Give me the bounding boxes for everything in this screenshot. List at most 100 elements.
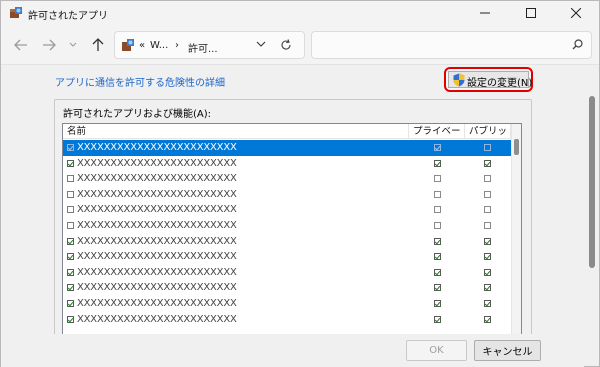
risk-details-link[interactable]: アプリに通信を許可する危険性の詳細 bbox=[55, 74, 225, 89]
close-icon bbox=[571, 8, 581, 18]
private-checkbox[interactable] bbox=[434, 159, 441, 167]
app-name: XXXXXXXXXXXXXXXXXXXXXXXX bbox=[77, 313, 237, 325]
maximize-icon bbox=[526, 8, 536, 18]
ok-button[interactable]: OK bbox=[406, 340, 467, 361]
window-title: 許可されたアプリ bbox=[28, 11, 108, 22]
app-enabled-checkbox[interactable] bbox=[67, 253, 74, 261]
window-scrollbar[interactable] bbox=[585, 66, 599, 366]
list-item[interactable]: XXXXXXXXXXXXXXXXXXXXXXXX bbox=[63, 280, 511, 296]
maximize-button[interactable] bbox=[508, 1, 554, 25]
app-name: XXXXXXXXXXXXXXXXXXXXXXXX bbox=[77, 157, 237, 169]
public-checkbox[interactable] bbox=[484, 159, 491, 167]
group-title: 許可されたアプリおよび機能(A): bbox=[63, 109, 212, 120]
private-checkbox[interactable] bbox=[434, 144, 441, 151]
app-enabled-checkbox[interactable] bbox=[67, 284, 74, 292]
public-checkbox[interactable] bbox=[484, 237, 491, 245]
control-panel-icon bbox=[122, 39, 134, 51]
public-checkbox[interactable] bbox=[484, 190, 491, 198]
app-name: XXXXXXXXXXXXXXXXXXXXXXXX bbox=[77, 173, 237, 185]
list-item[interactable]: XXXXXXXXXXXXXXXXXXXXXXXX bbox=[63, 265, 511, 281]
app-name: XXXXXXXXXXXXXXXXXXXXXXXX bbox=[77, 266, 237, 278]
up-button[interactable] bbox=[88, 35, 108, 55]
allowed-apps-list[interactable]: 名前 プライベート パブリック XXXXXXXXXXXXXXXXXXXXXXXX… bbox=[62, 123, 522, 343]
change-settings-button[interactable]: 設定の変更(N) bbox=[448, 71, 533, 89]
list-item[interactable]: XXXXXXXXXXXXXXXXXXXXXXXX bbox=[63, 234, 511, 250]
public-checkbox[interactable] bbox=[484, 206, 491, 214]
breadcrumb-allowed-apps[interactable]: 許可... bbox=[188, 40, 218, 55]
breadcrumb-windows-defender[interactable]: W... bbox=[150, 40, 168, 51]
list-scroll-thumb[interactable] bbox=[514, 139, 519, 155]
app-name: XXXXXXXXXXXXXXXXXXXXXXXX bbox=[77, 188, 237, 200]
minimize-icon bbox=[480, 12, 490, 14]
close-button[interactable] bbox=[553, 1, 599, 25]
app-enabled-checkbox[interactable] bbox=[67, 175, 74, 183]
column-header-name[interactable]: 名前 bbox=[63, 124, 409, 139]
app-name: XXXXXXXXXXXXXXXXXXXXXXXX bbox=[77, 235, 237, 247]
app-name: XXXXXXXXXXXXXXXXXXXXXXXX bbox=[77, 282, 237, 294]
minimize-button[interactable] bbox=[462, 1, 508, 25]
private-checkbox[interactable] bbox=[434, 190, 441, 198]
app-enabled-checkbox[interactable] bbox=[67, 222, 74, 229]
cancel-button[interactable]: キャンセル bbox=[474, 340, 541, 361]
firewall-app-icon bbox=[10, 7, 22, 18]
forward-arrow-icon bbox=[43, 39, 56, 51]
private-checkbox[interactable] bbox=[434, 253, 441, 261]
dialog-footer: OK キャンセル bbox=[1, 334, 584, 367]
private-checkbox[interactable] bbox=[434, 175, 441, 183]
public-checkbox[interactable] bbox=[484, 300, 491, 307]
list-item[interactable]: XXXXXXXXXXXXXXXXXXXXXXXX bbox=[63, 312, 511, 328]
title-bar: 許可されたアプリ bbox=[1, 1, 599, 25]
private-checkbox[interactable] bbox=[434, 222, 441, 229]
public-checkbox[interactable] bbox=[484, 253, 491, 261]
window-scroll-thumb[interactable] bbox=[589, 96, 595, 268]
public-checkbox[interactable] bbox=[484, 175, 491, 183]
list-item[interactable]: XXXXXXXXXXXXXXXXXXXXXXXX bbox=[63, 202, 511, 218]
list-item[interactable]: XXXXXXXXXXXXXXXXXXXXXXXX bbox=[63, 156, 511, 172]
main-content: アプリに通信を許可する危険性の詳細 設定の変更(N) 許可されたアプリおよび機能… bbox=[1, 66, 584, 343]
list-item[interactable]: XXXXXXXXXXXXXXXXXXXXXXXX bbox=[63, 296, 511, 312]
app-enabled-checkbox[interactable] bbox=[67, 159, 74, 167]
list-item[interactable]: XXXXXXXXXXXXXXXXXXXXXXXX bbox=[63, 171, 511, 187]
private-checkbox[interactable] bbox=[434, 206, 441, 214]
app-enabled-checkbox[interactable] bbox=[67, 206, 74, 214]
column-header-private[interactable]: プライベート bbox=[409, 124, 465, 152]
app-enabled-checkbox[interactable] bbox=[67, 315, 74, 323]
list-item[interactable]: XXXXXXXXXXXXXXXXXXXXXXXX bbox=[63, 187, 511, 203]
list-item[interactable]: XXXXXXXXXXXXXXXXXXXXXXXX bbox=[63, 218, 511, 234]
public-checkbox[interactable] bbox=[484, 315, 491, 323]
private-checkbox[interactable] bbox=[434, 300, 441, 307]
app-name: XXXXXXXXXXXXXXXXXXXXXXXX bbox=[77, 220, 237, 231]
address-field[interactable]: « W... › 許可... bbox=[114, 31, 305, 59]
app-name: XXXXXXXXXXXXXXXXXXXXXXXX bbox=[77, 142, 237, 153]
list-header: 名前 プライベート パブリック bbox=[63, 124, 511, 152]
app-enabled-checkbox[interactable] bbox=[67, 144, 74, 151]
private-checkbox[interactable] bbox=[434, 237, 441, 245]
app-enabled-checkbox[interactable] bbox=[67, 237, 74, 245]
change-settings-highlight: 設定の変更(N) bbox=[444, 67, 533, 92]
app-enabled-checkbox[interactable] bbox=[67, 300, 74, 307]
list-scrollbar[interactable] bbox=[511, 124, 521, 342]
address-dropdown-icon[interactable] bbox=[256, 40, 266, 48]
breadcrumb-separator: › bbox=[175, 40, 179, 51]
column-header-public[interactable]: パブリック bbox=[465, 124, 511, 152]
public-checkbox[interactable] bbox=[484, 144, 491, 151]
public-checkbox[interactable] bbox=[484, 268, 491, 276]
private-checkbox[interactable] bbox=[434, 268, 441, 276]
public-checkbox[interactable] bbox=[484, 222, 491, 229]
app-enabled-checkbox[interactable] bbox=[67, 268, 74, 276]
change-settings-label: 設定の変更(N) bbox=[467, 78, 533, 89]
list-item[interactable]: XXXXXXXXXXXXXXXXXXXXXXXX bbox=[63, 249, 511, 265]
search-input[interactable] bbox=[311, 31, 592, 59]
chevron-down-icon bbox=[69, 42, 77, 47]
public-checkbox[interactable] bbox=[484, 284, 491, 292]
app-enabled-checkbox[interactable] bbox=[67, 190, 74, 198]
refresh-icon[interactable] bbox=[280, 39, 292, 51]
private-checkbox[interactable] bbox=[434, 315, 441, 323]
list-item[interactable]: XXXXXXXXXXXXXXXXXXXXXXXX bbox=[63, 140, 511, 156]
back-button[interactable] bbox=[11, 35, 31, 55]
breadcrumb-overflow[interactable]: « bbox=[139, 40, 145, 51]
private-checkbox[interactable] bbox=[434, 284, 441, 292]
up-arrow-icon bbox=[92, 38, 104, 51]
forward-button[interactable] bbox=[39, 35, 59, 55]
recent-locations-button[interactable] bbox=[63, 35, 83, 55]
